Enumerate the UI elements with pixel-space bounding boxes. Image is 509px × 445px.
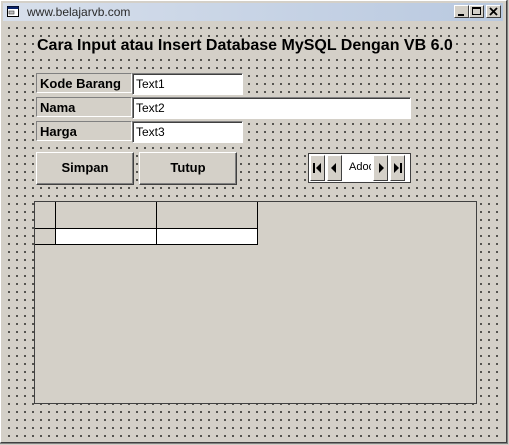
grid-data-cell[interactable] [56, 229, 157, 245]
grid-header-cell[interactable] [56, 202, 157, 229]
next-record-icon [379, 163, 384, 173]
window-title: www.belajarvb.com [27, 5, 131, 19]
maximize-button[interactable] [469, 5, 484, 18]
close-icon [489, 7, 498, 16]
grid-data-cell[interactable] [157, 229, 258, 245]
grid-row-header-cell[interactable] [35, 229, 56, 245]
harga-input[interactable]: Text3 [132, 121, 243, 143]
grid-area [35, 202, 476, 403]
first-record-button[interactable] [310, 155, 325, 181]
simpan-button[interactable]: Simpan [36, 152, 134, 185]
first-record-icon [313, 163, 321, 173]
last-record-button[interactable] [390, 155, 405, 181]
grid-header-cell[interactable] [157, 202, 258, 229]
title-bar[interactable]: www.belajarvb.com [3, 3, 503, 21]
label-kode-barang: Kode Barang [36, 73, 132, 93]
close-button[interactable] [486, 5, 501, 18]
data-grid[interactable] [34, 201, 477, 404]
last-record-icon [394, 163, 402, 173]
label-nama: Nama [36, 97, 132, 117]
minimize-button[interactable] [454, 5, 469, 18]
minimize-icon [458, 14, 464, 16]
form-icon [7, 6, 19, 17]
app-window: www.belajarvb.com Cara Input atau Insert… [0, 0, 508, 444]
previous-record-icon [331, 163, 336, 173]
next-record-button[interactable] [373, 155, 388, 181]
adodc-navigator: Adodc [308, 153, 411, 183]
nama-input[interactable]: Text2 [132, 97, 411, 119]
page-title: Cara Input atau Insert Database MySQL De… [36, 37, 454, 55]
form-client-area: Cara Input atau Insert Database MySQL De… [3, 22, 503, 440]
kode-barang-input[interactable]: Text1 [132, 73, 243, 95]
maximize-icon [472, 7, 481, 15]
grid-corner-cell [35, 202, 56, 229]
previous-record-button[interactable] [327, 155, 342, 181]
tutup-button[interactable]: Tutup [139, 152, 237, 185]
adodc-caption: Adodc [349, 161, 371, 173]
label-harga: Harga [36, 121, 132, 141]
